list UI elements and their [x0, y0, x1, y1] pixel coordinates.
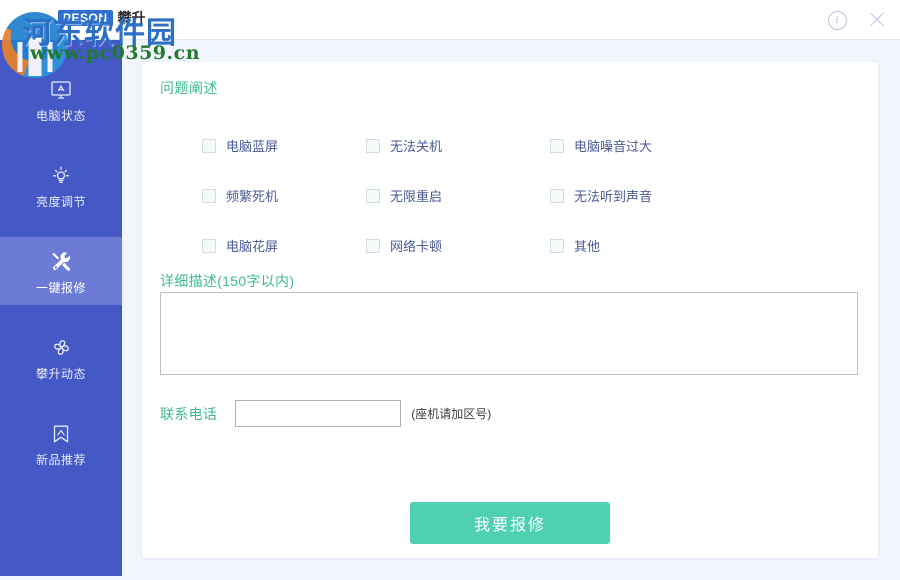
checkbox-box[interactable]	[202, 139, 216, 153]
submit-repair-button[interactable]: 我要报修	[410, 502, 610, 544]
close-icon	[868, 11, 886, 29]
checkbox-box[interactable]	[366, 189, 380, 203]
bookmark-icon	[48, 421, 74, 447]
info-button[interactable]: i	[826, 9, 848, 31]
application-window: PESON 攀升 i 电脑状态	[0, 0, 900, 580]
checkbox-box[interactable]	[550, 189, 564, 203]
title-bar: PESON 攀升 i	[0, 0, 900, 40]
problem-checkbox-grid: 电脑蓝屏 无法关机 电脑噪音过大 频繁死机 无限重启 无法听到声音	[202, 121, 862, 271]
sidebar-item-brightness[interactable]: 亮度调节	[0, 151, 122, 219]
app-logo: PESON 攀升	[58, 8, 146, 28]
monitor-icon	[48, 77, 74, 103]
app-title: 攀升	[118, 11, 146, 25]
sidebar-item-computer-status[interactable]: 电脑状态	[0, 65, 122, 133]
checkbox-label: 无限重启	[390, 190, 442, 203]
checkbox-excessive-noise[interactable]: 电脑噪音过大	[550, 139, 862, 153]
sidebar-item-label: 攀升动态	[36, 368, 86, 380]
detail-description-label: 详细描述(150字以内)	[160, 271, 294, 291]
repair-form-card: 问题阐述 电脑蓝屏 无法关机 电脑噪音过大 频繁死机 无限重启	[142, 62, 878, 558]
sidebar-item-one-key-repair[interactable]: 一键报修	[0, 237, 122, 305]
contact-phone-label: 联系电话	[160, 404, 217, 424]
sidebar-item-label: 新品推荐	[36, 454, 86, 466]
checkbox-label: 网络卡顿	[390, 240, 442, 253]
tools-icon	[48, 249, 74, 275]
checkbox-blue-screen[interactable]: 电脑蓝屏	[202, 139, 366, 153]
checkbox-frequent-freeze[interactable]: 频繁死机	[202, 189, 366, 203]
checkbox-infinite-reboot[interactable]: 无限重启	[366, 189, 550, 203]
sidebar-item-news[interactable]: 攀升动态	[0, 323, 122, 391]
checkbox-label: 频繁死机	[226, 190, 278, 203]
sidebar-item-new-products[interactable]: 新品推荐	[0, 409, 122, 477]
checkbox-no-sound[interactable]: 无法听到声音	[550, 189, 862, 203]
contact-phone-row: 联系电话 (座机请加区号)	[160, 400, 491, 427]
checkbox-box[interactable]	[202, 189, 216, 203]
checkbox-cannot-shutdown[interactable]: 无法关机	[366, 139, 550, 153]
checkbox-label: 电脑花屏	[226, 240, 278, 253]
checkbox-network-lag[interactable]: 网络卡顿	[366, 239, 550, 253]
checkbox-label: 电脑蓝屏	[226, 140, 278, 153]
contact-phone-input[interactable]	[235, 400, 401, 427]
checkbox-box[interactable]	[202, 239, 216, 253]
checkbox-box[interactable]	[550, 239, 564, 253]
sidebar-item-label: 亮度调节	[36, 196, 86, 208]
sidebar-item-label: 电脑状态	[36, 110, 86, 122]
sidebar: 电脑状态 亮度调节 一键报修	[0, 40, 122, 576]
checkbox-box[interactable]	[550, 139, 564, 153]
brightness-icon	[48, 163, 74, 189]
close-button[interactable]	[866, 9, 888, 31]
section-title-problem: 问题阐述	[160, 78, 218, 98]
checkbox-label: 无法关机	[390, 140, 442, 153]
sidebar-item-label: 一键报修	[36, 282, 86, 294]
checkbox-box[interactable]	[366, 239, 380, 253]
detail-description-textarea[interactable]	[160, 292, 858, 375]
contact-phone-hint: (座机请加区号)	[411, 405, 491, 422]
fan-icon	[48, 335, 74, 361]
app-brand-badge: PESON	[58, 10, 113, 26]
checkbox-label: 其他	[574, 240, 600, 253]
checkbox-label: 无法听到声音	[574, 190, 652, 203]
checkbox-screen-artifacts[interactable]: 电脑花屏	[202, 239, 366, 253]
checkbox-box[interactable]	[366, 139, 380, 153]
checkbox-label: 电脑噪音过大	[574, 140, 652, 153]
checkbox-other[interactable]: 其他	[550, 239, 862, 253]
window-controls: i	[826, 0, 888, 40]
info-icon: i	[828, 11, 847, 30]
